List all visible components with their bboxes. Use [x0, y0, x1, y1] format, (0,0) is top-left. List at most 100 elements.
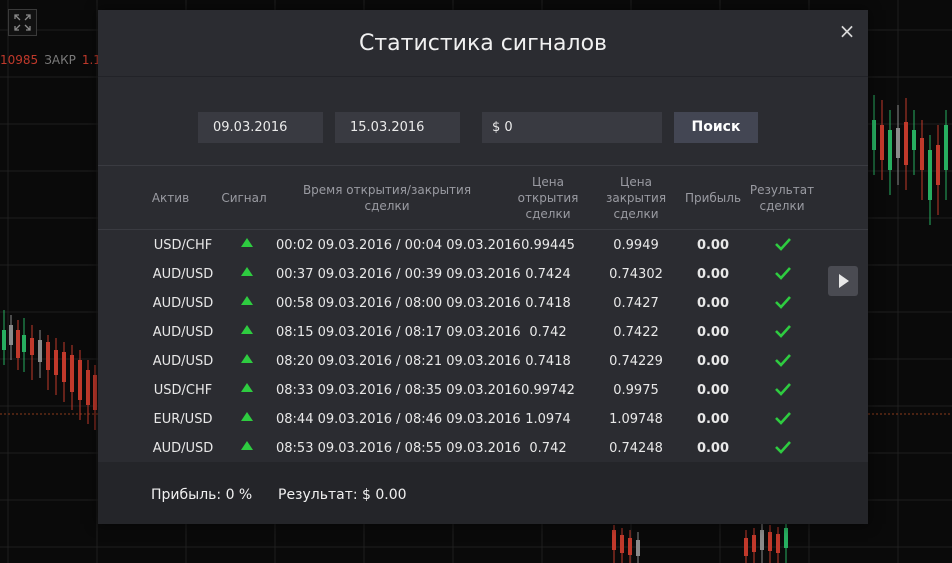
chart-candle: [776, 534, 780, 553]
cell-time: 08:44 09.03.2016 / 08:46 09.03.2016: [276, 412, 521, 427]
col-close-price-l3: сделки: [613, 206, 659, 221]
chart-candle: [2, 330, 6, 350]
checkmark-icon: [775, 354, 791, 367]
chart-candle: [768, 532, 772, 551]
arrow-up-icon: [241, 296, 253, 305]
cell-open: 0.99445: [521, 238, 575, 253]
cell-time: 08:53 09.03.2016 / 08:55 09.03.2016: [276, 441, 521, 456]
cell-profit: 0.00: [696, 238, 730, 253]
col-time: Время открытия/закрытия сделки: [302, 182, 472, 213]
chart-candle: [628, 538, 632, 555]
cell-close: 1.09748: [609, 412, 663, 427]
cell-asset: AUD/USD: [152, 354, 214, 369]
chart-candle: [896, 128, 900, 158]
cell-close: 0.9949: [613, 238, 659, 253]
chart-candle: [78, 360, 82, 400]
chart-candle: [888, 130, 892, 170]
table-row: AUD/USD 08:15 09.03.2016 / 08:17 09.03.20…: [98, 318, 868, 347]
chart-candle: [872, 120, 876, 150]
chart-candle: [636, 540, 640, 556]
filter-bar: 09.03.2016 15.03.2016 $ 0 Поиск: [98, 77, 868, 165]
chart-candle: [93, 375, 97, 410]
cell-asset: AUD/USD: [152, 267, 214, 282]
col-open-price-l2: открытия: [517, 190, 579, 205]
chart-candle: [620, 535, 624, 553]
table-row: AUD/USD 08:53 09.03.2016 / 08:55 09.03.20…: [98, 434, 868, 463]
price-label: ЗАКР: [44, 53, 76, 67]
col-signal: Сигнал: [221, 190, 267, 205]
cell-open: 0.99742: [521, 383, 575, 398]
fullscreen-button[interactable]: [8, 9, 37, 36]
chart-candle: [38, 340, 42, 362]
cell-time: 00:58 09.03.2016 / 08:00 09.03.2016: [276, 296, 521, 311]
cell-close: 0.74229: [609, 354, 663, 369]
chart-candle: [784, 528, 788, 548]
chart-candle: [920, 138, 924, 170]
cell-close: 0.74248: [609, 441, 663, 456]
close-icon[interactable]: ×: [838, 21, 856, 41]
chart-candle: [880, 125, 884, 160]
cell-time: 08:33 09.03.2016 / 08:35 09.03.2016: [276, 383, 521, 398]
col-open-price-l1: Цена: [532, 174, 564, 189]
chart-candle: [760, 530, 764, 550]
chart-candle: [752, 535, 756, 552]
search-button[interactable]: Поиск: [674, 112, 758, 143]
cell-close: 0.7427: [613, 296, 659, 311]
cell-open: 1.0974: [525, 412, 571, 427]
chart-candle: [944, 125, 948, 170]
next-page-button[interactable]: [828, 266, 858, 296]
cell-time: 08:20 09.03.2016 / 08:21 09.03.2016: [276, 354, 521, 369]
divider: [98, 229, 868, 230]
chart-candle: [70, 355, 74, 392]
expand-icon: [14, 14, 31, 31]
checkmark-icon: [775, 238, 791, 251]
modal-footer: Прибыль: 0 % Результат: $ 0.00: [98, 462, 868, 524]
arrow-up-icon: [241, 441, 253, 450]
col-asset: Актив: [151, 190, 190, 205]
cell-open: 0.7424: [525, 267, 571, 282]
chart-candle: [22, 335, 26, 352]
checkmark-icon: [775, 383, 791, 396]
cell-close: 0.9975: [613, 383, 659, 398]
cell-profit: 0.00: [696, 441, 730, 456]
cell-profit: 0.00: [696, 412, 730, 427]
cell-asset: AUD/USD: [152, 296, 214, 311]
chart-candle: [612, 530, 616, 550]
modal-title: Статистика сигналов: [98, 10, 868, 77]
date-to-field[interactable]: 15.03.2016: [335, 112, 460, 143]
date-from-field[interactable]: 09.03.2016: [198, 112, 323, 143]
table-row: AUD/USD 08:20 09.03.2016 / 08:21 09.03.20…: [98, 347, 868, 376]
chart-candle: [16, 330, 20, 358]
col-close-price-l2: закрытия: [605, 190, 667, 205]
table-row: EUR/USD 08:44 09.03.2016 / 08:46 09.03.20…: [98, 405, 868, 434]
col-close-price: Цена закрытия сделки: [601, 166, 671, 229]
checkmark-icon: [775, 296, 791, 309]
table-row: AUD/USD 00:58 09.03.2016 / 08:00 09.03.20…: [98, 289, 868, 318]
cell-profit: 0.00: [696, 296, 730, 311]
checkmark-icon: [775, 325, 791, 338]
arrow-up-icon: [241, 267, 253, 276]
price-readout: 10985 ЗАКР 1.10: [0, 53, 109, 67]
chart-candle: [62, 352, 66, 382]
cell-asset: AUD/USD: [152, 325, 214, 340]
col-result: Результат сделки: [746, 166, 818, 229]
checkmark-icon: [775, 441, 791, 454]
chart-candle: [86, 370, 90, 405]
arrow-up-icon: [241, 412, 253, 421]
cell-open: 0.742: [529, 325, 567, 340]
amount-field[interactable]: $ 0: [482, 112, 662, 143]
arrow-up-icon: [241, 354, 253, 363]
col-result-l2: сделки: [759, 198, 805, 213]
cell-profit: 0.00: [696, 325, 730, 340]
cell-asset: AUD/USD: [152, 441, 214, 456]
checkmark-icon: [775, 267, 791, 280]
col-close-price-l1: Цена: [620, 174, 652, 189]
chart-candle: [54, 350, 58, 375]
cell-open: 0.7418: [525, 354, 571, 369]
cell-open: 0.7418: [525, 296, 571, 311]
col-result-l1: Результат: [749, 182, 815, 197]
signals-stats-modal: Статистика сигналов × 09.03.2016 15.03.2…: [98, 10, 868, 524]
chart-candle: [904, 122, 908, 165]
cell-close: 0.7422: [613, 325, 659, 340]
cell-close: 0.74302: [609, 267, 663, 282]
